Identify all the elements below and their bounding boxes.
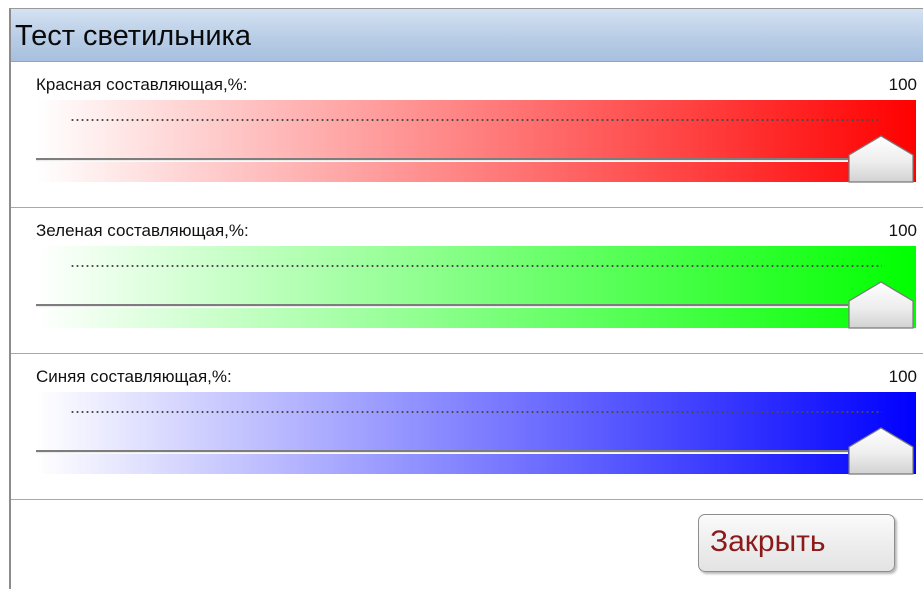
close-button[interactable]: Закрыть [698,514,895,572]
blue-slider-row: Синяя составляющая,%: 100 [11,354,923,500]
slider-rail [36,450,848,454]
blue-slider[interactable] [36,392,916,475]
window-title: Тест светильника [15,20,251,52]
red-slider-value: 100 [888,75,917,94]
slider-rail [36,158,848,162]
slider-thumb[interactable] [848,427,914,475]
slider-ticks [70,119,882,121]
green-slider-value: 100 [888,221,917,240]
slider-thumb[interactable] [848,281,914,329]
dialog-window: Тест светильника Красная составляющая,%:… [9,8,923,589]
dialog-footer: Закрыть [11,501,923,590]
red-slider[interactable] [36,100,916,183]
slider-thumb[interactable] [848,135,914,183]
green-slider[interactable] [36,246,916,329]
slider-rail [36,304,848,308]
red-slider-label: Красная составляющая,%: [36,75,248,94]
blue-slider-label: Синяя составляющая,%: [36,367,232,386]
green-slider-label: Зеленая составляющая,%: [36,221,249,240]
title-bar: Тест светильника [11,9,923,62]
close-button-label: Закрыть [710,525,826,558]
green-slider-row: Зеленая составляющая,%: 100 [11,208,923,354]
slider-ticks [70,265,882,267]
blue-slider-value: 100 [888,367,917,386]
slider-ticks [70,411,882,413]
red-slider-row: Красная составляющая,%: 100 [11,62,923,208]
